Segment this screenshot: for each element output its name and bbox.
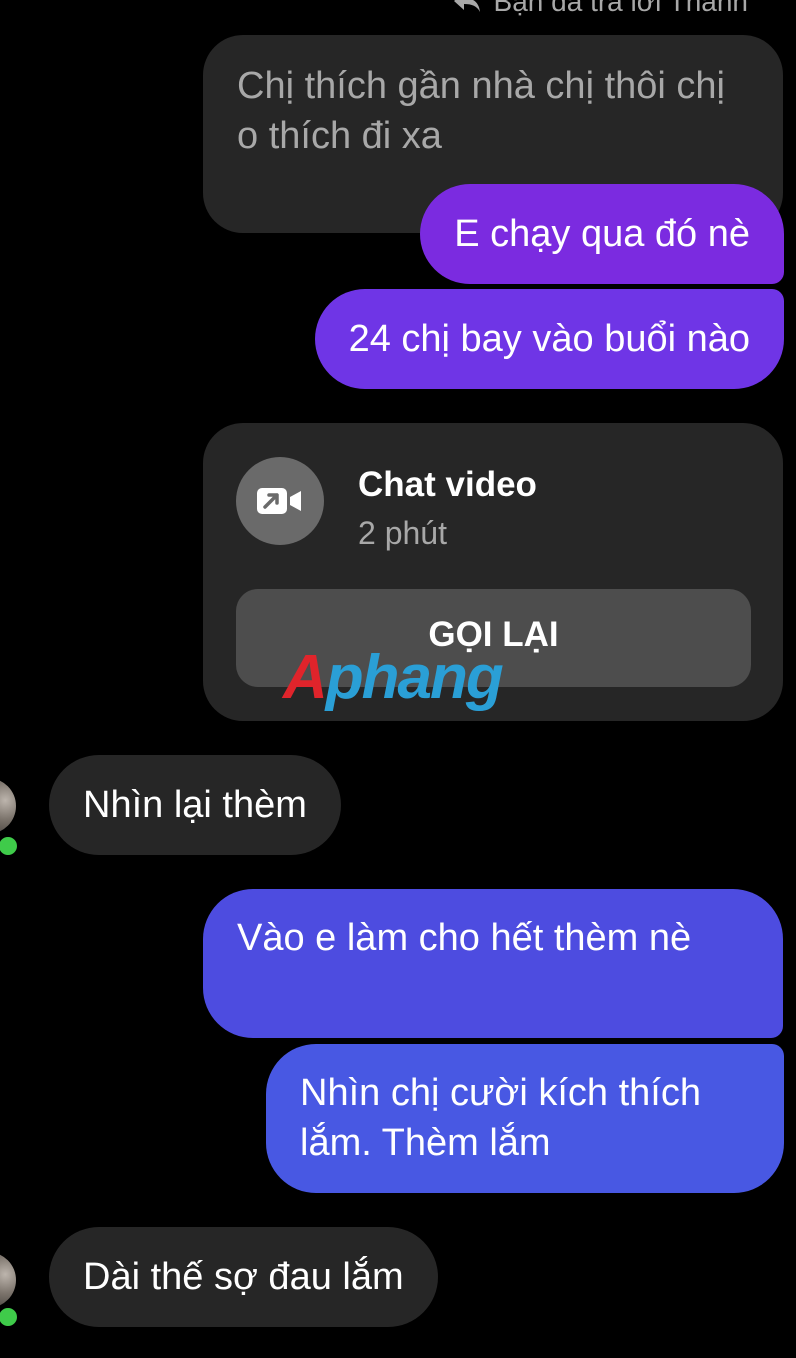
avatar[interactable] [0,778,16,834]
avatar[interactable] [0,1252,16,1308]
watermark-first-letter: A [283,643,328,712]
reply-note-text: Bạn đã trả lời Thanh [493,0,748,17]
video-call-icon [236,457,324,545]
reply-note: Bạn đã trả lời Thanh [452,0,748,18]
incoming-message[interactable]: Dài thế sợ đau lắm [49,1227,438,1327]
online-status-dot [0,834,20,858]
watermark-logo: Aphang [283,647,504,709]
call-duration: 2 phút [358,515,447,551]
watermark-rest: phang [325,643,504,712]
reply-arrow-icon [452,0,482,14]
incoming-message[interactable]: Nhìn lại thèm [49,755,341,855]
outgoing-message[interactable]: Nhìn chị cười kích thích lắm. Thèm lắm [266,1044,784,1193]
outgoing-message[interactable]: E chạy qua đó nè [420,184,784,284]
outgoing-message[interactable]: 24 chị bay vào buổi nào [314,289,784,389]
online-status-dot [0,1305,20,1329]
call-title: Chat video [358,465,537,504]
outgoing-message[interactable]: Vào e làm cho hết thèm nè [203,889,783,1038]
